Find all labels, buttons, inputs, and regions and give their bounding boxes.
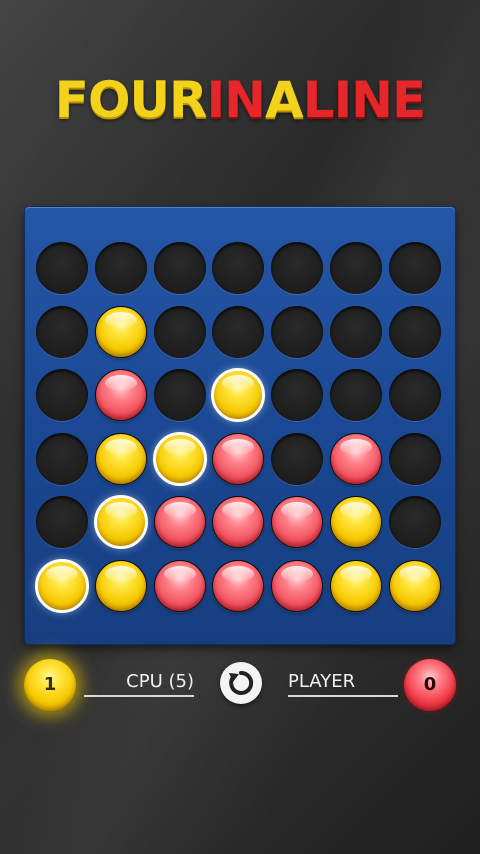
disc-highlight: [104, 565, 137, 582]
board-slot[interactable]: [36, 305, 88, 358]
yellow-disc: [211, 368, 266, 422]
board-slot[interactable]: [36, 496, 88, 548]
disc-highlight: [163, 502, 196, 518]
board-slot[interactable]: [36, 242, 88, 294]
board-slot[interactable]: [94, 559, 147, 612]
restart-icon: [229, 670, 254, 695]
yellow-disc: [95, 306, 146, 357]
disc-highlight: [398, 565, 431, 582]
disc-highlight: [222, 375, 255, 391]
board-slot[interactable]: [330, 369, 382, 421]
board-slot[interactable]: [153, 305, 206, 358]
red-disc: [213, 560, 264, 611]
board-slot[interactable]: [212, 242, 265, 294]
disc-highlight: [104, 311, 137, 328]
yellow-disc: [389, 560, 440, 611]
yellow-disc: [331, 560, 381, 611]
cpu-score-token: 1: [24, 659, 76, 711]
disc-highlight: [222, 438, 255, 455]
board-slot[interactable]: [36, 369, 88, 421]
yellow-disc: [93, 495, 148, 549]
red-disc: [154, 560, 205, 611]
board-slot[interactable]: [271, 432, 324, 485]
board-slot[interactable]: [330, 242, 382, 294]
board-slot[interactable]: [388, 496, 441, 548]
board-slot[interactable]: [330, 305, 382, 358]
score-bar: 1 CPU (5) PLAYER 0: [0, 655, 480, 715]
red-disc: [95, 370, 146, 420]
board-slot[interactable]: [153, 369, 206, 421]
board-slot[interactable]: [271, 496, 324, 548]
board-slot[interactable]: [152, 431, 207, 486]
board-slot[interactable]: [35, 558, 89, 613]
disc-highlight: [46, 565, 78, 582]
board-slot[interactable]: [153, 559, 206, 612]
logo-word-line: LINE: [302, 71, 426, 129]
board-slot[interactable]: [211, 368, 266, 422]
disc-highlight: [104, 438, 137, 455]
red-disc: [213, 497, 264, 547]
board-slot[interactable]: [271, 305, 324, 358]
board-slot[interactable]: [94, 242, 147, 294]
disc-highlight: [104, 502, 137, 518]
board-slot[interactable]: [212, 496, 265, 548]
game-logo: FOURINALINE: [0, 70, 480, 130]
board-slot[interactable]: [212, 432, 265, 485]
player-score-token: 0: [404, 659, 456, 711]
yellow-disc: [152, 431, 207, 486]
board-slot[interactable]: [93, 495, 148, 549]
disc-highlight: [163, 438, 196, 455]
red-disc: [331, 433, 381, 484]
logo-word-a: A: [265, 71, 304, 129]
disc-highlight: [222, 502, 255, 518]
red-disc: [272, 560, 323, 611]
disc-highlight: [222, 565, 255, 582]
disc-highlight: [163, 565, 196, 582]
disc-highlight: [104, 375, 137, 391]
cpu-label: CPU (5): [84, 669, 194, 697]
board-slot[interactable]: [94, 432, 147, 485]
game-board[interactable]: [25, 207, 455, 644]
red-disc: [272, 497, 323, 547]
board-slot[interactable]: [153, 496, 206, 548]
disc-highlight: [281, 565, 314, 582]
board-slot[interactable]: [153, 242, 206, 294]
player-label: PLAYER: [288, 669, 398, 697]
disc-highlight: [281, 502, 314, 518]
yellow-disc: [331, 497, 381, 547]
disc-highlight: [340, 565, 372, 582]
board-slot[interactable]: [271, 242, 324, 294]
logo-word-four: FOUR: [54, 71, 208, 129]
board-slot[interactable]: [330, 559, 382, 612]
board-slot[interactable]: [94, 369, 147, 421]
board-slot[interactable]: [388, 242, 441, 294]
board-slot[interactable]: [330, 432, 382, 485]
yellow-disc: [35, 558, 89, 613]
red-disc: [154, 497, 205, 547]
logo-word-in: IN: [206, 71, 266, 129]
board-slot[interactable]: [271, 559, 324, 612]
board-slot[interactable]: [388, 432, 441, 485]
restart-button[interactable]: [220, 662, 262, 704]
board-slot[interactable]: [36, 432, 88, 485]
yellow-disc: [95, 433, 146, 484]
disc-highlight: [340, 438, 372, 455]
disc-highlight: [340, 502, 372, 518]
board-slot[interactable]: [388, 559, 441, 612]
board-slot[interactable]: [330, 496, 382, 548]
board-slot[interactable]: [388, 369, 441, 421]
board-slot[interactable]: [388, 305, 441, 358]
board-slot[interactable]: [271, 369, 324, 421]
board-slot[interactable]: [212, 305, 265, 358]
red-disc: [213, 433, 264, 484]
board-slot[interactable]: [212, 559, 265, 612]
board-slot[interactable]: [94, 305, 147, 358]
yellow-disc: [95, 560, 146, 611]
